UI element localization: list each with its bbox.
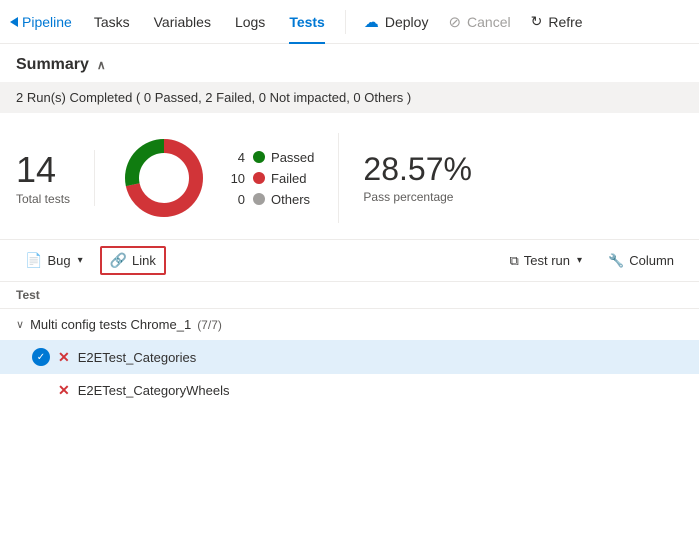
back-label: Pipeline: [22, 14, 72, 30]
donut-chart-container: 4 Passed 10 Failed 0 Others: [119, 133, 339, 223]
deploy-button[interactable]: ☁ Deploy: [354, 0, 439, 44]
status-text: 2 Run(s) Completed ( 0 Passed, 2 Failed,…: [16, 90, 411, 105]
stats-row: 14 Total tests 4 Passed 10 Failed 0: [0, 125, 699, 239]
nav-variables[interactable]: Variables: [142, 0, 223, 44]
failed-label: Failed: [271, 171, 306, 186]
nav-divider: [345, 10, 346, 34]
status-bar: 2 Run(s) Completed ( 0 Passed, 2 Failed,…: [0, 82, 699, 113]
pass-percentage-block: 28.57% Pass percentage: [363, 152, 472, 203]
fail-icon-1: ✕: [58, 349, 70, 366]
test-row[interactable]: ✓ ✕ E2ETest_Categories: [0, 340, 699, 374]
failed-count: 10: [225, 171, 245, 186]
total-tests-block: 14 Total tests: [16, 150, 95, 206]
test-run-icon: ⧉: [509, 253, 518, 269]
column-label: Column: [629, 253, 674, 268]
summary-header: Summary ∧: [0, 44, 699, 82]
failed-dot: [253, 172, 265, 184]
legend-failed: 10 Failed: [225, 171, 314, 186]
document-icon: 📄: [25, 252, 42, 269]
summary-title: Summary: [16, 56, 89, 74]
test-run-button[interactable]: ⧉ Test run ▾: [500, 248, 591, 274]
group-badge: (7/7): [197, 318, 222, 332]
test-run-chevron: ▾: [577, 255, 582, 266]
back-button[interactable]: Pipeline: [10, 14, 72, 30]
column-button[interactable]: 🔧 Column: [599, 248, 683, 274]
cloud-icon: ☁: [364, 13, 379, 31]
refresh-button[interactable]: ↻ Refre: [521, 0, 593, 44]
top-nav: Pipeline Tasks Variables Logs Tests ☁ De…: [0, 0, 699, 44]
chart-legend: 4 Passed 10 Failed 0 Others: [225, 150, 314, 207]
fail-icon-2: ✕: [58, 382, 70, 399]
selected-check-icon: ✓: [32, 348, 50, 366]
bug-chevron-icon: ▾: [78, 255, 83, 266]
total-tests-number: 14: [16, 150, 70, 190]
link-icon: 🔗: [110, 252, 127, 269]
pass-percentage-number: 28.57%: [363, 152, 472, 187]
cancel-button[interactable]: ⊘ Cancel: [438, 0, 520, 44]
legend-passed: 4 Passed: [225, 150, 314, 165]
nav-tasks[interactable]: Tasks: [82, 0, 142, 44]
others-label: Others: [271, 192, 310, 207]
total-tests-label: Total tests: [16, 192, 70, 206]
link-button[interactable]: 🔗 Link: [100, 246, 166, 275]
test-name-2: E2ETest_CategoryWheels: [78, 383, 230, 398]
refresh-icon: ↻: [531, 13, 543, 30]
group-row[interactable]: ∨ Multi config tests Chrome_1 (7/7): [0, 309, 699, 340]
link-label: Link: [132, 253, 156, 268]
toolbar: 📄 Bug ▾ 🔗 Link ⧉ Test run ▾ 🔧 Column: [0, 239, 699, 282]
passed-dot: [253, 151, 265, 163]
passed-count: 4: [225, 150, 245, 165]
nav-tests[interactable]: Tests: [277, 0, 337, 44]
collapse-icon[interactable]: ∧: [97, 58, 106, 72]
pass-percentage-label: Pass percentage: [363, 190, 472, 204]
test-table: Test ∨ Multi config tests Chrome_1 (7/7)…: [0, 282, 699, 407]
column-icon: 🔧: [608, 253, 624, 269]
passed-label: Passed: [271, 150, 314, 165]
group-label: Multi config tests Chrome_1: [30, 317, 191, 332]
donut-chart: [119, 133, 209, 223]
test-run-label: Test run: [524, 253, 570, 268]
bug-label: Bug: [47, 253, 70, 268]
test-name-1: E2ETest_Categories: [78, 350, 197, 365]
chevron-down-icon: ∨: [16, 318, 24, 331]
legend-others: 0 Others: [225, 192, 314, 207]
others-count: 0: [225, 192, 245, 207]
nav-logs[interactable]: Logs: [223, 0, 277, 44]
bug-button[interactable]: 📄 Bug ▾: [16, 247, 92, 274]
cancel-icon: ⊘: [448, 13, 461, 31]
toolbar-right: ⧉ Test run ▾ 🔧 Column: [500, 248, 683, 274]
table-header: Test: [0, 282, 699, 309]
others-dot: [253, 193, 265, 205]
test-row[interactable]: ✕ E2ETest_CategoryWheels: [0, 374, 699, 407]
